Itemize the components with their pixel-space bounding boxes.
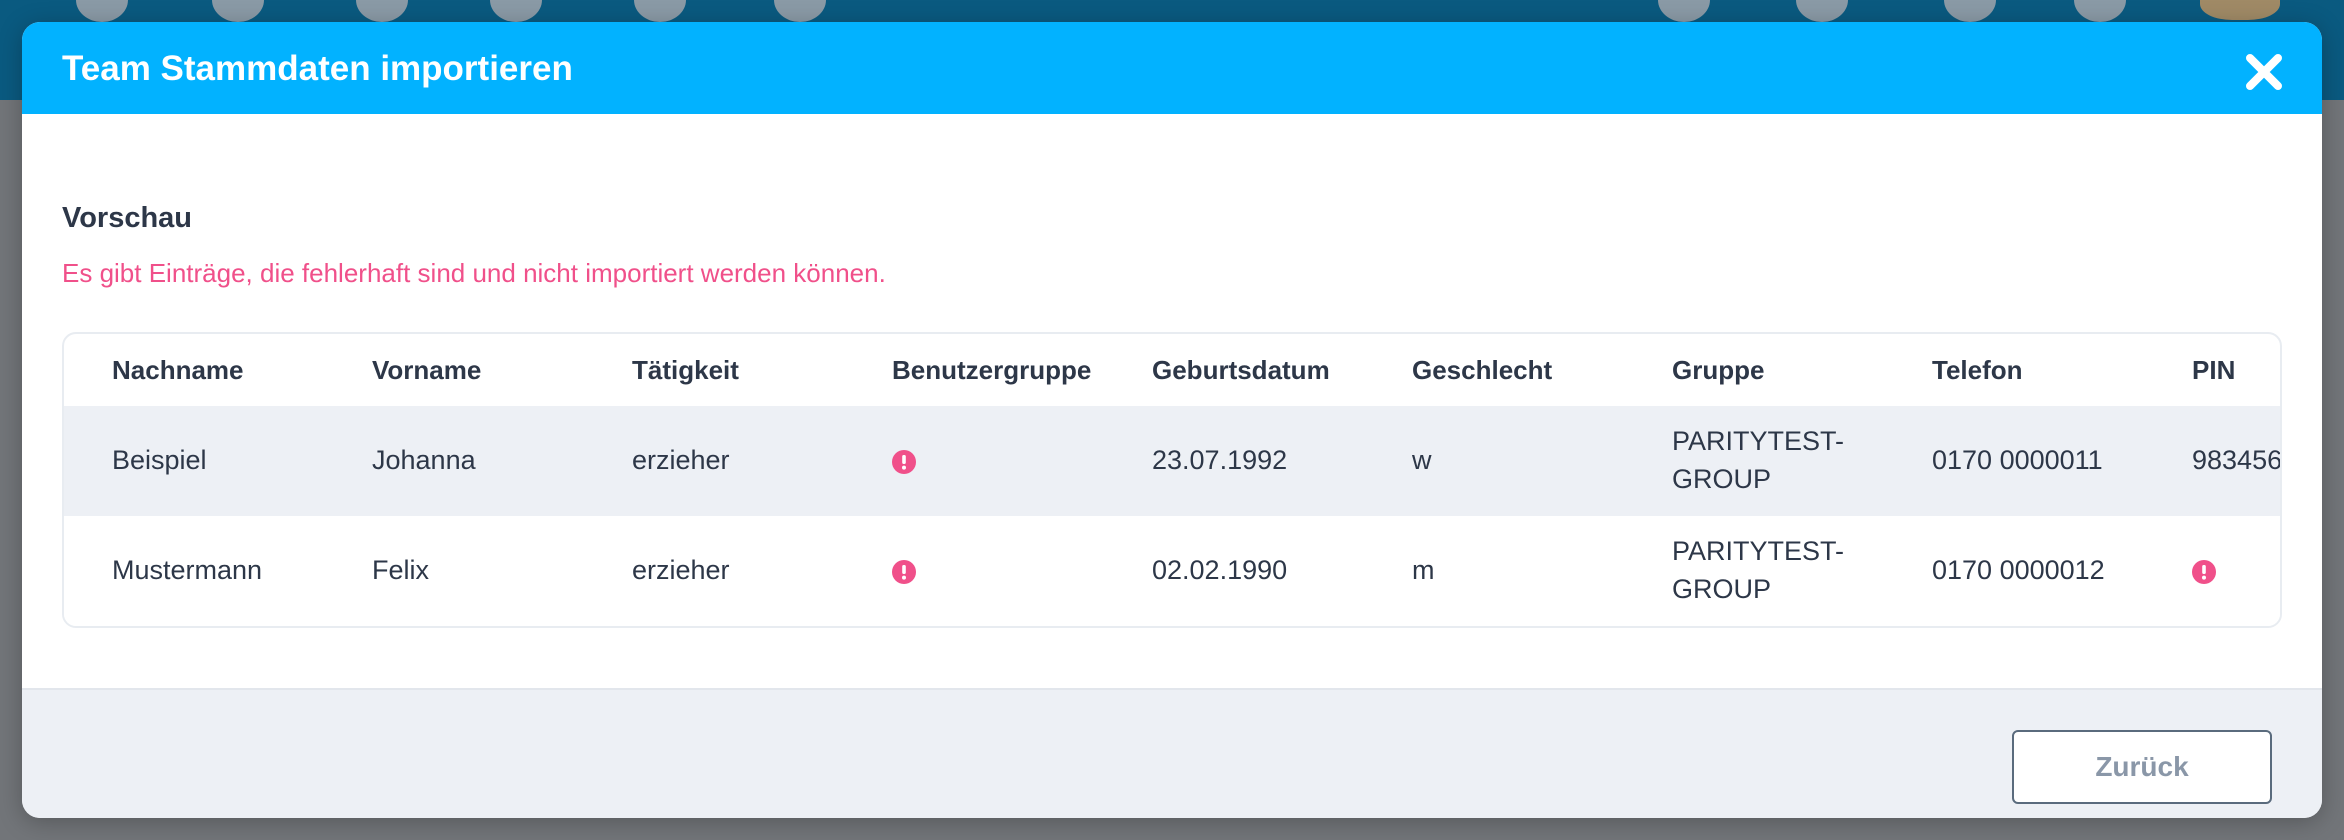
cell-pin: 983456 bbox=[2192, 406, 2280, 516]
column-header-geburtsdatum: Geburtsdatum bbox=[1152, 354, 1330, 385]
cell-gruppe-line1: PARITYTEST- bbox=[1672, 426, 1845, 457]
modal-title: Team Stammdaten importieren bbox=[62, 49, 573, 88]
person-icon bbox=[774, 0, 826, 22]
modal-header: Team Stammdaten importieren bbox=[22, 22, 2322, 114]
table-header-row: Nachname Vorname Tätigkeit Benutzergrupp… bbox=[64, 334, 2280, 406]
avatar bbox=[2200, 0, 2280, 20]
error-exclamation-icon bbox=[892, 559, 916, 584]
import-modal: Team Stammdaten importieren Vorschau Es … bbox=[22, 22, 2322, 818]
cell-benutzergruppe bbox=[892, 406, 1152, 516]
cell-taetigkeit: erzieher bbox=[632, 516, 892, 626]
cell-gruppe: PARITYTEST- GROUP bbox=[1672, 516, 1932, 626]
cell-taetigkeit: erzieher bbox=[632, 406, 892, 516]
cell-gruppe-line2: GROUP bbox=[1672, 464, 1772, 494]
close-button[interactable] bbox=[2244, 52, 2284, 92]
column-header-telefon: Telefon bbox=[1932, 354, 2023, 385]
modal-body: Vorschau Es gibt Einträge, die fehlerhaf… bbox=[22, 114, 2322, 688]
column-header-taetigkeit: Tätigkeit bbox=[632, 354, 739, 385]
cell-geschlecht: w bbox=[1412, 406, 1672, 516]
cell-vorname: Felix bbox=[372, 516, 632, 626]
cell-nachname: Mustermann bbox=[64, 516, 372, 626]
error-exclamation-icon bbox=[2192, 559, 2216, 584]
list-icon bbox=[356, 0, 408, 22]
error-message: Es gibt Einträge, die fehlerhaft sind un… bbox=[62, 258, 886, 288]
column-header-benutzergruppe: Benutzergruppe bbox=[892, 354, 1092, 385]
column-header-pin: PIN bbox=[2192, 354, 2236, 385]
home-icon bbox=[76, 0, 128, 22]
cell-gruppe: PARITYTEST- GROUP bbox=[1672, 406, 1932, 516]
search-icon bbox=[1796, 0, 1848, 22]
cell-geburtsdatum: 23.07.1992 bbox=[1152, 406, 1412, 516]
back-button[interactable]: Zurück bbox=[2012, 730, 2272, 804]
cell-nachname: Beispiel bbox=[64, 406, 372, 516]
column-header-nachname: Nachname bbox=[112, 354, 244, 385]
bell-icon bbox=[1944, 0, 1996, 22]
clipboard-icon bbox=[634, 0, 686, 22]
chat-icon bbox=[490, 0, 542, 22]
cell-geburtsdatum: 02.02.1990 bbox=[1152, 516, 1412, 626]
table-row: Mustermann Felix erzieher 02.02.1990 m P… bbox=[64, 516, 2280, 626]
modal-footer: Zurück bbox=[22, 688, 2322, 818]
cell-benutzergruppe bbox=[892, 516, 1152, 626]
table-row: Beispiel Johanna erzieher 23.07.1992 w P… bbox=[64, 406, 2280, 516]
close-x-icon bbox=[2246, 54, 2282, 90]
cell-gruppe-line2: GROUP bbox=[1672, 574, 1772, 604]
error-exclamation-icon bbox=[892, 449, 916, 474]
column-header-geschlecht: Geschlecht bbox=[1412, 354, 1553, 385]
cell-pin bbox=[2192, 516, 2280, 626]
preview-table: Nachname Vorname Tätigkeit Benutzergrupp… bbox=[62, 332, 2282, 628]
cell-telefon: 0170 0000011 bbox=[1932, 406, 2192, 516]
cloud-icon bbox=[1658, 0, 1710, 22]
cell-geschlecht: m bbox=[1412, 516, 1672, 626]
section-title-preview: Vorschau bbox=[62, 202, 193, 234]
cell-vorname: Johanna bbox=[372, 406, 632, 516]
gear-icon bbox=[2074, 0, 2126, 22]
column-header-vorname: Vorname bbox=[372, 354, 482, 385]
cell-gruppe-line1: PARITYTEST- bbox=[1672, 536, 1845, 567]
cell-telefon: 0170 0000012 bbox=[1932, 516, 2192, 626]
column-header-gruppe: Gruppe bbox=[1672, 354, 1765, 385]
users-icon bbox=[212, 0, 264, 22]
